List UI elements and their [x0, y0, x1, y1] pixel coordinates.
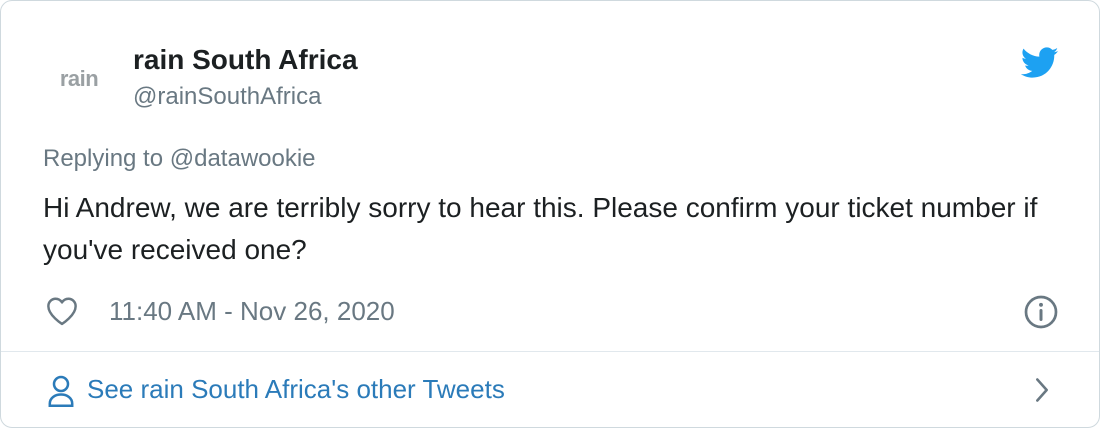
- chevron-right-icon[interactable]: [1031, 376, 1053, 404]
- avatar[interactable]: rain: [43, 49, 115, 109]
- tweet-meta: 11:40 AM - Nov 26, 2020: [1, 286, 1099, 336]
- tweet-timestamp[interactable]: 11:40 AM - Nov 26, 2020: [109, 296, 395, 327]
- see-other-tweets-link[interactable]: See rain South Africa's other Tweets: [1, 352, 1099, 427]
- tweet-card: rain rain South Africa @rainSouthAfrica …: [0, 0, 1100, 428]
- tweet-header: rain rain South Africa @rainSouthAfrica: [1, 1, 1099, 141]
- author-name[interactable]: rain South Africa: [133, 44, 358, 76]
- see-other-tweets-label[interactable]: See rain South Africa's other Tweets: [87, 374, 505, 405]
- replying-to: Replying to @datawookie: [43, 145, 316, 172]
- info-icon[interactable]: [1023, 294, 1059, 330]
- avatar-logo-text: rain: [59, 66, 99, 91]
- person-icon: [48, 375, 74, 407]
- author-handle[interactable]: @rainSouthAfrica: [133, 83, 321, 111]
- heart-icon[interactable]: [45, 296, 79, 326]
- tweet-text: Hi Andrew, we are terribly sorry to hear…: [43, 192, 1038, 265]
- twitter-logo-icon[interactable]: [1021, 47, 1059, 79]
